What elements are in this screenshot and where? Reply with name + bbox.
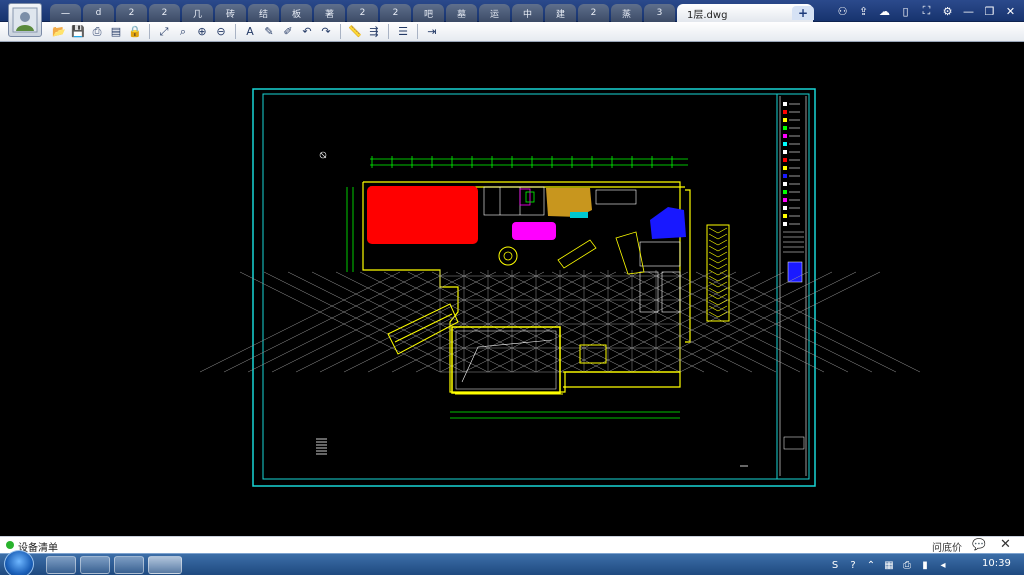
tab-bar: 一d22几砖结板著22吧墓运中建2蒸31层.dwg✕ + ⚇⇪☁▯⛶⚙—❐✕ xyxy=(0,0,1024,22)
user-avatar[interactable] xyxy=(8,3,42,37)
text-icon[interactable]: A xyxy=(241,23,259,40)
notes-block xyxy=(316,438,327,455)
taskbar-cad-viewer-icon[interactable] xyxy=(148,556,182,574)
red-zone xyxy=(367,186,478,244)
file-tab[interactable]: 吧 xyxy=(413,4,444,22)
battery-icon[interactable]: ▮ xyxy=(918,558,932,572)
measure-icon[interactable]: 📏 xyxy=(346,23,364,40)
magenta-zone xyxy=(512,222,556,240)
user-avatar-icon xyxy=(12,7,38,33)
minimize-icon[interactable]: — xyxy=(959,2,978,21)
taskbar-explorer-icon[interactable] xyxy=(46,556,76,574)
file-tab[interactable]: 墓 xyxy=(446,4,477,22)
zoom-out-icon[interactable]: ⊖ xyxy=(212,23,230,40)
file-tab[interactable]: 2 xyxy=(578,4,609,22)
main-toolbar: 📂 💾 ⎙ ▤ 🔒 ⤢ ⌕ ⊕ ⊖ A ✎ ✐ ↶ ↷ 📏 ⇶ ☰ ⇥ xyxy=(0,22,1024,42)
window-controls: ⚇ ⇪ ☁ ▯ ⛶ ⚙ — ❐ ✕ xyxy=(833,0,1024,22)
cyan-zone xyxy=(570,212,588,218)
undo-icon[interactable]: ↶ xyxy=(298,23,316,40)
zoom-window-icon[interactable]: ⌕ xyxy=(174,23,192,40)
file-tab[interactable]: 中 xyxy=(512,4,543,22)
pen-icon[interactable]: ✎ xyxy=(260,23,278,40)
open-icon[interactable]: 📂 xyxy=(50,23,68,40)
toolbar-separator xyxy=(340,24,341,39)
taskbar-app-icon[interactable] xyxy=(80,556,110,574)
close-icon[interactable]: ✕ xyxy=(1001,2,1020,21)
file-tab[interactable]: d xyxy=(83,4,114,22)
dwg-drawing xyxy=(199,88,921,487)
marker-icon[interactable]: ✐ xyxy=(279,23,297,40)
pan-icon[interactable]: ⤢ xyxy=(155,23,173,40)
file-tab[interactable]: 蒸 xyxy=(611,4,642,22)
network-icon[interactable]: ▦ xyxy=(882,558,896,572)
restore-icon[interactable]: ❐ xyxy=(980,2,999,21)
file-tab[interactable]: 3 xyxy=(644,4,675,22)
file-tab[interactable]: 结 xyxy=(248,4,279,22)
printer-icon[interactable]: ⎙ xyxy=(900,558,914,572)
settings-icon[interactable]: ⚙ xyxy=(938,2,957,21)
pdf-icon[interactable]: ▤ xyxy=(107,23,125,40)
ask-price-button[interactable]: 问底价 xyxy=(932,539,962,554)
system-tray: S? ⌃ ▦ ⎙ ▮ ◂ xyxy=(828,556,950,574)
sheet-outer-frame xyxy=(252,88,816,487)
toolbar-separator xyxy=(235,24,236,39)
file-tab[interactable]: 2 xyxy=(380,4,411,22)
share-icon[interactable]: ⇪ xyxy=(854,2,873,21)
clock: 10:39 xyxy=(982,558,1011,569)
dimension-icon[interactable]: ⇶ xyxy=(365,23,383,40)
file-tab[interactable]: 著 xyxy=(314,4,345,22)
active-tab-label: 1层.dwg xyxy=(687,9,728,21)
os-taskbar: S? ⌃ ▦ ⎙ ▮ ◂ 10:39 xyxy=(0,550,1024,575)
file-tab[interactable]: 运 xyxy=(479,4,510,22)
status-bar: 设备清单 问底价 💬 ✕ xyxy=(0,536,1024,554)
print-icon[interactable]: ⎙ xyxy=(88,23,106,40)
start-button[interactable] xyxy=(4,550,34,575)
legend-blue-swatch xyxy=(787,261,803,283)
new-tab-button[interactable]: + xyxy=(792,6,814,20)
file-tab[interactable]: 砖 xyxy=(215,4,246,22)
lock-icon[interactable]: 🔒 xyxy=(126,23,144,40)
file-tab[interactable]: 2 xyxy=(116,4,147,22)
taskbar-archive-icon[interactable] xyxy=(114,556,144,574)
layers-icon[interactable]: ☰ xyxy=(394,23,412,40)
toolbar-separator xyxy=(149,24,150,39)
file-tab[interactable]: 一 xyxy=(50,4,81,22)
toolbar-separator xyxy=(388,24,389,39)
file-tab[interactable]: 板 xyxy=(281,4,312,22)
file-tab[interactable]: 2 xyxy=(347,4,378,22)
tray-expand-icon[interactable]: ⌃ xyxy=(864,558,878,572)
fullscreen-icon[interactable]: ⛶ xyxy=(917,2,936,21)
drawing-canvas[interactable] xyxy=(0,42,1024,536)
close-status-button[interactable]: ✕ xyxy=(1000,537,1016,552)
diagonal-ramp xyxy=(387,303,459,355)
file-tab[interactable]: 2 xyxy=(149,4,180,22)
file-tab[interactable]: 建 xyxy=(545,4,576,22)
export-icon[interactable]: ⇥ xyxy=(423,23,441,40)
file-tabs: 一d22几砖结板著22吧墓运中建2蒸31层.dwg✕ xyxy=(50,4,815,22)
round-stair xyxy=(498,246,518,266)
help-icon[interactable]: ? xyxy=(846,558,860,572)
file-tab[interactable]: 几 xyxy=(182,4,213,22)
toolbar-separator xyxy=(417,24,418,39)
blue-zone xyxy=(650,207,686,239)
volume-icon[interactable]: ◂ xyxy=(936,558,950,572)
chat-icon[interactable]: 💬 xyxy=(972,538,988,552)
sogou-icon[interactable]: S xyxy=(828,558,842,572)
phone-icon[interactable]: ▯ xyxy=(896,2,915,21)
online-status-icon xyxy=(6,541,14,549)
save-icon[interactable]: 💾 xyxy=(69,23,87,40)
courtyard-outline xyxy=(451,326,561,394)
cad-viewer-window: 一d22几砖结板著22吧墓运中建2蒸31层.dwg✕ + ⚇⇪☁▯⛶⚙—❐✕ 📂… xyxy=(0,0,1024,575)
cloud-icon[interactable]: ☁ xyxy=(875,2,894,21)
zoom-in-icon[interactable]: ⊕ xyxy=(193,23,211,40)
title-block-legend xyxy=(783,102,804,253)
users-icon[interactable]: ⚇ xyxy=(833,2,852,21)
redo-icon[interactable]: ↷ xyxy=(317,23,335,40)
